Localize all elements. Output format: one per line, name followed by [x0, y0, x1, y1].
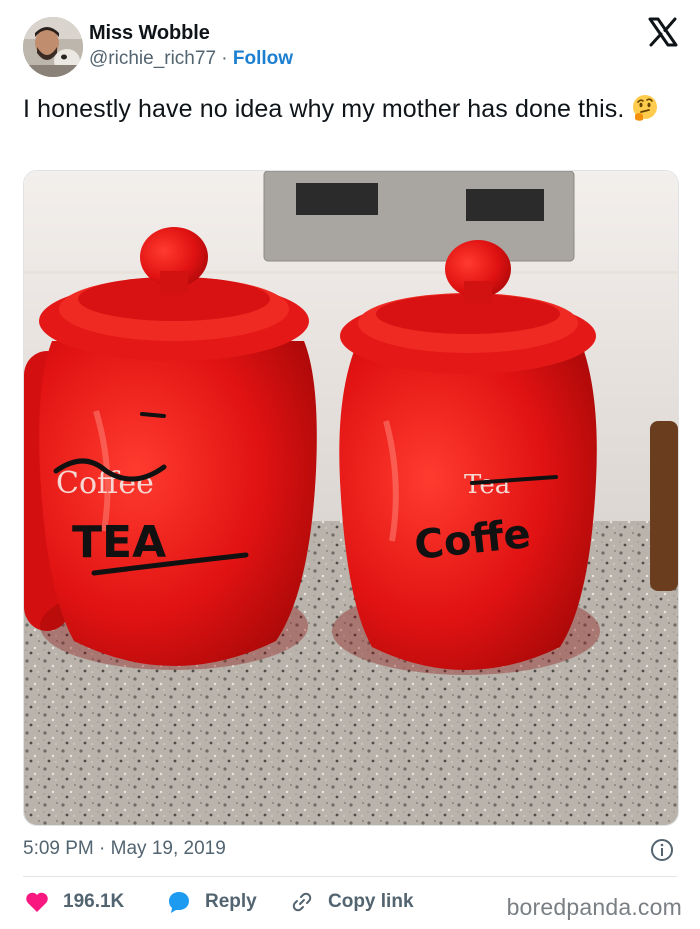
- like-button[interactable]: 196.1K: [25, 890, 124, 914]
- tweet-photo[interactable]: Coffee TEA Tea Coffe: [23, 170, 679, 826]
- handle-row: @richie_rich77 · Follow: [89, 48, 293, 70]
- tweet-timestamp[interactable]: 5:09 PM · May 19, 2019: [23, 838, 226, 860]
- info-icon[interactable]: [650, 838, 674, 862]
- tweet-text: I honestly have no idea why my mother ha…: [23, 95, 625, 123]
- avatar-photo: [23, 17, 83, 77]
- left-jar-written-label: TEA: [72, 517, 166, 568]
- wall-socket: [263, 171, 575, 262]
- copy-link-label: Copy link: [328, 891, 414, 912]
- like-count: 196.1K: [63, 891, 125, 912]
- tweet-text-block: I honestly have no idea why my mother ha…: [23, 93, 673, 125]
- x-logo-icon[interactable]: [647, 16, 679, 48]
- boredpanda-watermark: boredpanda.com: [506, 894, 682, 920]
- right-jar-crossed-label: Tea: [464, 470, 510, 500]
- basket: [650, 421, 678, 591]
- author-avatar[interactable]: [23, 17, 83, 77]
- follow-button[interactable]: Follow: [233, 48, 293, 69]
- tweet-card: Miss Wobble @richie_rich77 · Follow I ho…: [0, 0, 700, 929]
- link-icon: [292, 892, 312, 912]
- thinking-face-icon: [633, 95, 658, 121]
- copy-link-button[interactable]: Copy link: [290, 890, 414, 914]
- divider: [23, 876, 677, 877]
- author-name[interactable]: Miss Wobble: [89, 22, 210, 45]
- reply-bubble-icon: [169, 892, 189, 913]
- author-handle[interactable]: @richie_rich77: [89, 48, 216, 69]
- separator-dot: ·: [221, 48, 228, 69]
- reply-button[interactable]: Reply: [167, 890, 257, 914]
- heart-icon: [26, 892, 48, 912]
- reply-label: Reply: [205, 891, 257, 912]
